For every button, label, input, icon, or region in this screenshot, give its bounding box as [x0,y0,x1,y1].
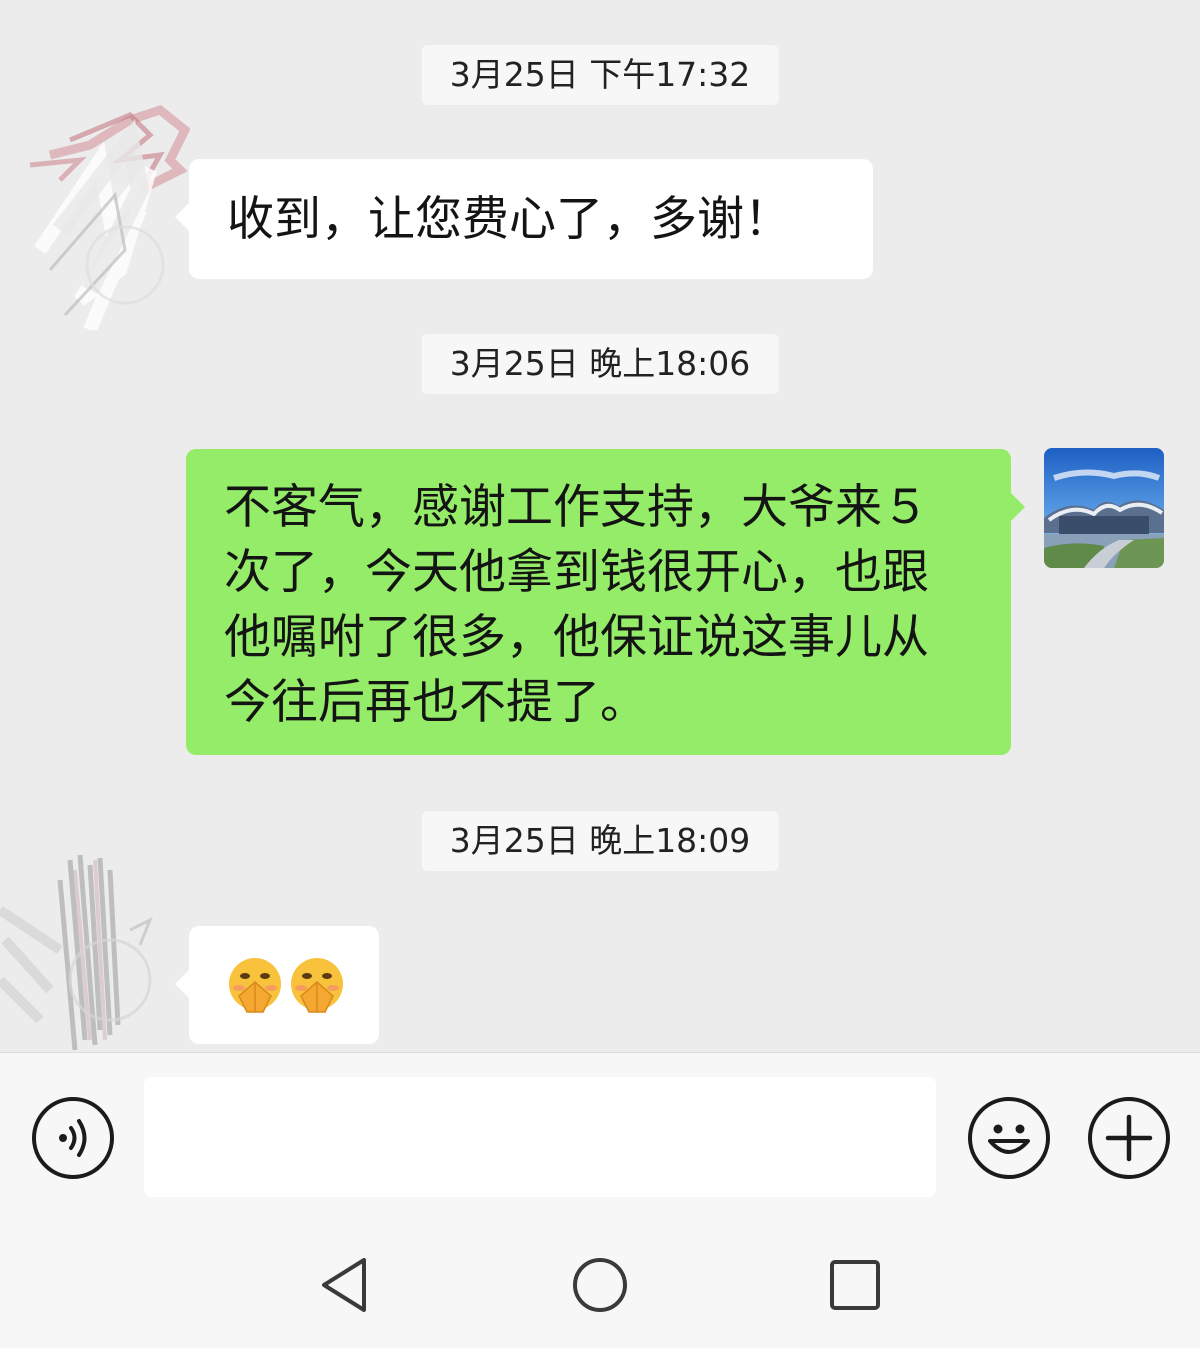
message-input[interactable] [144,1077,936,1197]
self-avatar[interactable] [1044,448,1164,568]
obscured-avatar-icon [29,104,190,330]
system-nav-bar [0,1222,1200,1348]
emoji-icon [988,1124,1030,1154]
grimace-pray-emoji [229,958,343,1013]
voice-button[interactable] [32,1097,114,1179]
voice-icon [59,1119,87,1157]
timestamp: 3月25日 晚上18:09 [421,811,779,871]
chat-area[interactable]: 3月25日 下午17:32 收到，让您费心了，多谢！ 3月25日 晚上18:06… [0,0,1200,1052]
outgoing-message-bubble[interactable]: 不客气，感谢工作支持，大爷来５ 次了，今天他拿到钱很开心，也跟 他嘱咐了很多，他… [186,449,1025,755]
plus-icon [1105,1114,1153,1162]
emoji-button[interactable] [968,1097,1050,1179]
message-text-line: 不客气，感谢工作支持，大爷来５ [224,480,929,535]
more-button[interactable] [1088,1097,1170,1179]
input-bar [0,1052,1200,1223]
home-button[interactable] [565,1250,635,1320]
contact-avatar[interactable] [20,100,190,330]
back-triangle-icon [322,1258,366,1312]
incoming-message-bubble[interactable]: 收到，让您费心了，多谢！ [175,159,873,279]
message-text-line: 他嘱咐了很多，他保证说这事儿从 [224,610,929,665]
recents-button[interactable] [820,1250,890,1320]
recents-square-icon [830,1260,880,1310]
back-button[interactable] [312,1250,382,1320]
building-photo-icon [1044,448,1164,568]
obscured-avatar-icon [0,854,153,1050]
message-text-line: 次了，今天他拿到钱很开心，也跟 [224,545,929,600]
timestamp: 3月25日 晚上18:06 [421,334,779,394]
timestamp: 3月25日 下午17:32 [421,45,779,105]
home-circle-icon [573,1258,627,1312]
incoming-emoji-bubble[interactable] [175,926,379,1044]
message-text-line: 今往后再也不提了。 [224,675,647,730]
contact-avatar[interactable] [0,850,190,1050]
message-text: 收到，让您费心了，多谢！ [227,192,791,247]
